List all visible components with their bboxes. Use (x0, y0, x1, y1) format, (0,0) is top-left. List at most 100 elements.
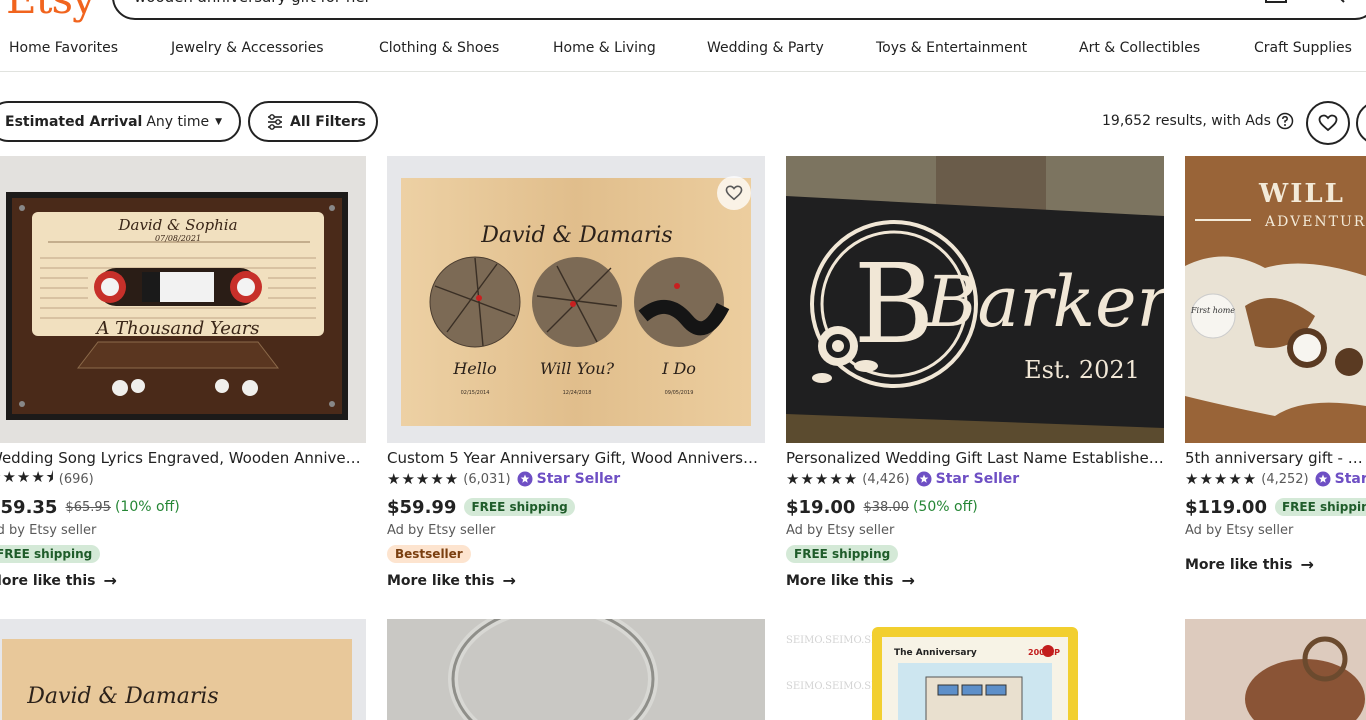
category-clothing[interactable]: Clothing & Shoes (379, 40, 499, 56)
all-filters-label: All Filters (290, 113, 366, 130)
listing-title[interactable]: 5th anniversary gift - Wooden World Map (1185, 449, 1366, 469)
more-like-this-link[interactable]: More like this → (1185, 555, 1366, 574)
search-bar[interactable] (112, 0, 1366, 20)
sort-button[interactable] (1356, 101, 1366, 145)
results-count: 19,652 results, with Ads (1102, 112, 1294, 130)
original-price: $65.95 (65, 499, 111, 515)
arrow-right-icon: → (1300, 555, 1314, 574)
listing-image[interactable]: SEIMO.SEIMO.SEIMO.SEIMO.SEIMO.SEIMO.SEIM… (786, 619, 1164, 720)
etsy-logo[interactable]: Etsy (6, 0, 96, 23)
listing-title[interactable]: Personalized Wedding Gift Last Name Esta… (786, 449, 1164, 469)
review-count: (6,031) (463, 471, 511, 487)
listing-card[interactable]: David & Damaris Hello Will You? I Do 02/… (387, 156, 765, 590)
caret-down-icon: ▼ (215, 116, 223, 127)
ad-label: Ad by Etsy seller (1185, 523, 1294, 538)
more-like-this-label: More like this (786, 572, 894, 589)
free-shipping-badge: FREE shipping (786, 545, 899, 563)
free-shipping-inline: FREE shipping (464, 498, 575, 516)
price-row: $59.35 $65.95 (10% off) (0, 496, 366, 518)
star-seller-icon (916, 471, 932, 487)
game-card-image: SEIMO.SEIMO.SEIMO.SEIMO.SEIMO.SEIMO.SEIM… (786, 619, 1164, 720)
estimated-arrival-filter[interactable]: Estimated Arrival Any time ▼ (0, 101, 241, 142)
listing-rating: ★★★★★ (4,426) Star Seller (786, 469, 1164, 489)
listing-image[interactable]: David & Sophia 07/08/2021 A Thousand Yea… (0, 156, 366, 443)
more-like-this-link[interactable]: More like this → (387, 571, 765, 590)
map-top-text: WILL (1258, 179, 1345, 209)
keyring-image (387, 619, 765, 720)
arrow-right-icon: → (901, 571, 915, 590)
free-shipping-inline: FREE shipping (1274, 498, 1366, 516)
category-art[interactable]: Art & Collectibles (1079, 40, 1200, 56)
star-seller-badge: Star Seller (916, 471, 1019, 487)
map-names: David & Damaris (480, 223, 672, 248)
more-like-this-link[interactable]: More like this → (786, 571, 1164, 590)
save-search-button[interactable] (1306, 101, 1350, 145)
discount: (10% off) (114, 499, 180, 515)
listing-image[interactable]: David & Damaris (0, 619, 366, 720)
price: $59.35 (0, 496, 58, 518)
listing-rating: ★★★★★ (6,031) Star Seller (387, 469, 765, 489)
search-input[interactable] (134, 0, 1184, 18)
original-price: $38.00 (863, 499, 909, 515)
sliders-icon (268, 113, 282, 130)
heart-icon (1318, 114, 1338, 132)
price: $59.99 (387, 496, 457, 518)
arrow-right-icon: → (103, 571, 117, 590)
price-row: $19.00 $38.00 (50% off) (786, 496, 1164, 518)
sign-est: Est. 2021 (1024, 356, 1140, 384)
listing-card[interactable]: WILL ADVENTUR First home 5th anniversary… (1185, 156, 1366, 574)
category-nav: Home Favorites Jewelry & Accessories Clo… (0, 28, 1366, 72)
map-date-1: 02/15/2014 (461, 390, 490, 396)
category-home-living[interactable]: Home & Living (553, 40, 656, 56)
help-icon[interactable] (1276, 112, 1294, 130)
arrow-right-icon: → (502, 571, 516, 590)
free-shipping-badge: FREE shipping (0, 545, 101, 563)
listing-title[interactable]: Custom 5 Year Anniversary Gift, Wood Ann… (387, 449, 765, 469)
listing-title[interactable]: Wedding Song Lyrics Engraved, Wooden Ann… (0, 449, 366, 469)
discount: (50% off) (912, 499, 978, 515)
star-rating: ★★★★⯨ (0, 467, 55, 486)
star-rating: ★★★★★ (387, 470, 460, 488)
map-sub-text: ADVENTUR (1264, 214, 1366, 230)
map-date-2: 12/24/2018 (563, 390, 592, 396)
category-craft[interactable]: Craft Supplies (1254, 40, 1352, 56)
row2-card1-text: David & Damaris (26, 684, 218, 709)
listing-rating: ★★★★⯨ (696) (0, 467, 366, 489)
sign-name: Barker (924, 261, 1164, 343)
listing-image[interactable] (387, 619, 765, 720)
more-like-this-link[interactable]: More like this → (0, 571, 366, 590)
cassette-song: A Thousand Years (94, 318, 259, 339)
ad-label: Ad by Etsy seller (786, 523, 895, 538)
category-home-favorites[interactable]: Home Favorites (9, 40, 118, 56)
category-toys[interactable]: Toys & Entertainment (876, 40, 1027, 56)
category-jewelry[interactable]: Jewelry & Accessories (171, 40, 324, 56)
star-seller-badge: Star Seller (517, 471, 620, 487)
star-seller-icon (517, 471, 533, 487)
category-wedding[interactable]: Wedding & Party (707, 40, 824, 56)
search-icon[interactable] (1322, 0, 1350, 6)
cassette-sign-image: David & Sophia 07/08/2021 A Thousand Yea… (0, 156, 366, 443)
star-seller-label: Star Seller (1334, 471, 1366, 487)
more-like-this-label: More like this (1185, 556, 1293, 573)
star-seller-icon (1315, 471, 1331, 487)
listing-image[interactable]: David & Damaris Hello Will You? I Do 02/… (387, 156, 765, 443)
listing-image[interactable]: B Barker Est. 2021 (786, 156, 1164, 443)
sign-initial: B (854, 240, 935, 368)
arrival-label: Estimated Arrival (5, 113, 143, 130)
ad-label: Ad by Etsy seller (387, 523, 496, 538)
listing-card[interactable]: David & Sophia 07/08/2021 A Thousand Yea… (0, 156, 366, 590)
map-sign-image: David & Damaris Hello Will You? I Do 02/… (387, 156, 765, 443)
listing-image[interactable]: WILL ADVENTUR First home (1185, 156, 1366, 443)
all-filters-button[interactable]: All Filters (248, 101, 378, 142)
cassette-names: David & Sophia (117, 216, 237, 234)
listing-card[interactable]: B Barker Est. 2021 Personalized Wedding … (786, 156, 1164, 590)
results-text: 19,652 results, with Ads (1102, 113, 1271, 129)
price: $19.00 (786, 496, 856, 518)
favorite-button[interactable] (717, 176, 751, 210)
map-caption-1: Hello (452, 359, 496, 378)
camera-icon[interactable] (1262, 0, 1290, 4)
star-seller-badge: Star Seller (1315, 471, 1366, 487)
review-count: (4,426) (862, 471, 910, 487)
listing-image[interactable] (1185, 619, 1366, 720)
world-map-image: WILL ADVENTUR First home (1185, 156, 1366, 443)
